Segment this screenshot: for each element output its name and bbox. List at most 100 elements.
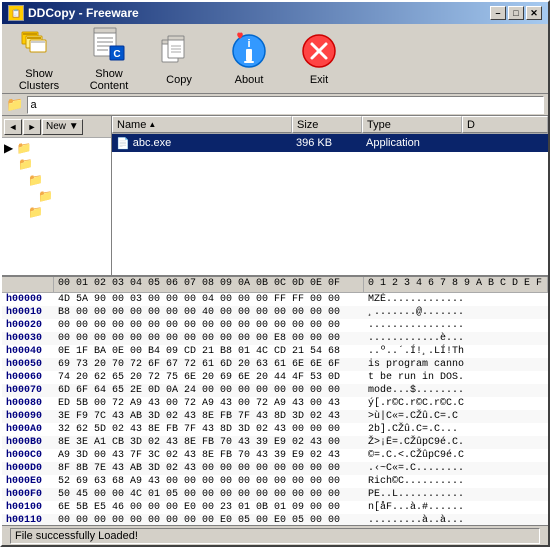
hex-ascii: Ž>¡Ë=.CŽûpC9é.C.: [364, 437, 548, 448]
col-size-label: Size: [297, 119, 318, 131]
hex-row[interactable]: h00040 0E 1F BA 0E 00 B4 09 CD 21 B8 01 …: [2, 345, 548, 358]
hex-row[interactable]: h000E0 52 69 63 68 A9 43 00 00 00 00 00 …: [2, 475, 548, 488]
hex-ascii: ¸.......@.......: [364, 307, 548, 318]
exit-icon: [299, 31, 339, 71]
hex-row[interactable]: h00030 00 00 00 00 00 00 00 00 00 00 00 …: [2, 332, 548, 345]
hex-ascii: ............è...: [364, 333, 548, 344]
hex-row[interactable]: h00070 6D 6F 64 65 2E 0D 0A 24 00 00 00 …: [2, 384, 548, 397]
tree-sub-items: 📁 📁 📁 📁: [4, 156, 109, 220]
minimize-button[interactable]: –: [490, 6, 506, 20]
hex-address: h00050: [2, 359, 54, 370]
upper-panels: ◄ ► New ▼ ▶ 📁 📁 📁 �: [2, 116, 548, 275]
file-row[interactable]: 📄 abc.exe 396 KB Application: [112, 134, 548, 152]
about-label: About: [235, 74, 264, 86]
copy-button[interactable]: Copy: [148, 28, 210, 89]
hex-row[interactable]: h00020 00 00 00 00 00 00 00 00 00 00 00 …: [2, 319, 548, 332]
address-folder-icon: 📁: [6, 96, 23, 113]
hex-row[interactable]: h000D0 8F 8B 7E 43 AB 3D 02 43 00 00 00 …: [2, 462, 548, 475]
hex-address: h00020: [2, 320, 54, 331]
address-input[interactable]: [27, 96, 544, 114]
tree-item[interactable]: ▶ 📁: [4, 140, 109, 156]
hex-row[interactable]: h00050 69 73 20 70 72 6F 67 72 61 6D 20 …: [2, 358, 548, 371]
file-list-content[interactable]: 📄 abc.exe 396 KB Application: [112, 134, 548, 275]
svg-text:C: C: [113, 49, 120, 60]
hex-ascii: PE..L...........: [364, 489, 548, 500]
show-content-button[interactable]: C Show Content: [78, 22, 140, 95]
hex-ascii: >ù|C«=.CŽû.C=.C: [364, 411, 548, 422]
hex-ascii: n[åF...à.#......: [364, 502, 548, 513]
exit-button[interactable]: Exit: [288, 28, 350, 89]
tree-item[interactable]: 📁: [18, 156, 109, 172]
hex-bytes: 4D 5A 90 00 03 00 00 00 04 00 00 00 FF F…: [54, 294, 364, 305]
column-header-size[interactable]: Size: [292, 116, 362, 133]
close-button[interactable]: ✕: [526, 6, 542, 20]
hex-row[interactable]: h00000 4D 5A 90 00 03 00 00 00 04 00 00 …: [2, 293, 548, 306]
show-clusters-button[interactable]: Show Clusters: [8, 22, 70, 95]
hex-row[interactable]: h000B0 8E 3E A1 CB 3D 02 43 8E FB 70 43 …: [2, 436, 548, 449]
hex-row[interactable]: h00090 3E F9 7C 43 AB 3D 02 43 8E FB 7F …: [2, 410, 548, 423]
hex-ascii: ©=.C.<.CŽûpC9é.C: [364, 450, 548, 461]
about-button[interactable]: i About: [218, 28, 280, 89]
hex-bytes: B8 00 00 00 00 00 00 00 40 00 00 00 00 0…: [54, 307, 364, 318]
hex-ascii: ..º..´.Í!¸.LÍ!Th: [364, 346, 548, 357]
hex-ascii: .........à..à...: [364, 515, 548, 525]
hex-bytes: ED 5B 00 72 A9 43 00 72 A9 43 00 72 A9 4…: [54, 398, 364, 409]
hex-row[interactable]: h00110 00 00 00 00 00 00 00 00 00 E0 05 …: [2, 514, 548, 525]
show-clusters-icon: [19, 25, 59, 65]
file-tree-toolbar: ◄ ► New ▼: [2, 116, 111, 138]
hex-address: h00070: [2, 385, 54, 396]
hex-bytes: 50 45 00 00 4C 01 05 00 00 00 00 00 00 0…: [54, 489, 364, 500]
hex-bytes: 52 69 63 68 A9 43 00 00 00 00 00 00 00 0…: [54, 476, 364, 487]
hex-row[interactable]: h00100 6E 5B E5 46 00 00 00 E0 00 23 01 …: [2, 501, 548, 514]
hex-row[interactable]: h00080 ED 5B 00 72 A9 43 00 72 A9 43 00 …: [2, 397, 548, 410]
hex-ascii: MZÉ.............: [364, 294, 548, 305]
file-name: abc.exe: [133, 137, 172, 149]
hex-row[interactable]: h000A0 32 62 5D 02 43 8E FB 7F 43 8D 3D …: [2, 423, 548, 436]
address-bar: 📁: [2, 94, 548, 116]
new-button[interactable]: New ▼: [42, 119, 83, 135]
hex-ascii: is program canno: [364, 359, 548, 370]
hex-address: h00090: [2, 411, 54, 422]
hex-ascii-header: 0 1 2 3 4 6 7 8 9 A B C D E F: [364, 277, 548, 292]
tree-item[interactable]: 📁: [18, 188, 109, 204]
tree-content[interactable]: ▶ 📁 📁 📁 📁 📁: [2, 138, 111, 275]
copy-label: Copy: [166, 74, 192, 86]
tree-forward-button[interactable]: ►: [23, 119, 41, 135]
hex-row[interactable]: h000C0 A9 3D 00 43 7F 3C 02 43 8E FB 70 …: [2, 449, 548, 462]
title-bar-left: 📋 DDCopy - Freeware: [8, 5, 139, 21]
column-header-date[interactable]: D: [462, 116, 548, 133]
hex-address: h00110: [2, 515, 54, 525]
tree-folder-icon: 📁: [18, 157, 33, 171]
file-list-panel: Name ▲ Size Type D 📄 abc.exe: [112, 116, 548, 275]
tree-folder-icon: 📁: [28, 173, 43, 187]
hex-address: h00100: [2, 502, 54, 513]
hex-view-area: 00 01 02 03 04 05 06 07 08 09 0A 0B 0C 0…: [2, 275, 548, 525]
hex-ascii: ý[.r©C.r©C.r©C.C: [364, 398, 548, 409]
hex-address: h000E0: [2, 476, 54, 487]
hex-addr-header: [2, 277, 54, 292]
file-icon: 📄: [116, 137, 130, 150]
hex-bytes: 8E 3E A1 CB 3D 02 43 8E FB 70 43 39 E9 0…: [54, 437, 364, 448]
main-window: 📋 DDCopy - Freeware – □ ✕ Show Clust: [0, 0, 550, 547]
hex-bytes: 0E 1F BA 0E 00 B4 09 CD 21 B8 01 4C CD 2…: [54, 346, 364, 357]
hex-bytes: A9 3D 00 43 7F 3C 02 43 8E FB 70 43 39 E…: [54, 450, 364, 461]
app-icon: 📋: [8, 5, 24, 21]
column-header-type[interactable]: Type: [362, 116, 462, 133]
hex-content[interactable]: h00000 4D 5A 90 00 03 00 00 00 04 00 00 …: [2, 293, 548, 525]
hex-row[interactable]: h000F0 50 45 00 00 4C 01 05 00 00 00 00 …: [2, 488, 548, 501]
column-header-name[interactable]: Name ▲: [112, 116, 292, 133]
hex-address: h00000: [2, 294, 54, 305]
hex-row[interactable]: h00060 74 20 62 65 20 72 75 6E 20 69 6E …: [2, 371, 548, 384]
hex-ascii: .‹~C«=.C........: [364, 463, 548, 474]
hex-bytes: 69 73 20 70 72 6F 67 72 61 6D 20 63 61 6…: [54, 359, 364, 370]
tree-item[interactable]: 📁: [18, 172, 109, 188]
hex-address: h00040: [2, 346, 54, 357]
hex-row[interactable]: h00010 B8 00 00 00 00 00 00 00 40 00 00 …: [2, 306, 548, 319]
file-size-cell: 396 KB: [292, 137, 362, 149]
tree-folder-icon: ▶ 📁: [4, 141, 32, 155]
maximize-button[interactable]: □: [508, 6, 524, 20]
tree-back-button[interactable]: ◄: [4, 119, 22, 135]
hex-ascii: Rich©C..........: [364, 476, 548, 487]
tree-item[interactable]: 📁: [18, 204, 109, 220]
col-date-label: D: [467, 119, 475, 131]
